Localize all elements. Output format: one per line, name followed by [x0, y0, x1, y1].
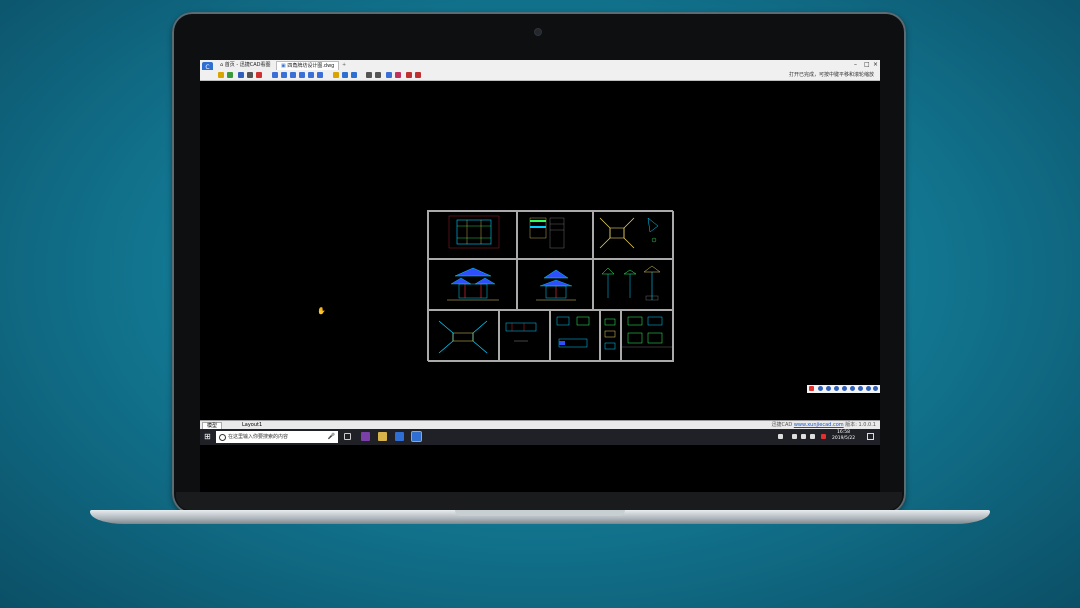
toolbar: 打开已完成，可按中键平移和滚轮缩放	[200, 70, 880, 81]
app-icon-purple[interactable]	[361, 432, 370, 441]
action-center-icon[interactable]	[867, 433, 874, 440]
roof-plan-drawing	[599, 217, 659, 249]
drawing-sheet-notes	[517, 211, 593, 259]
tree-icon[interactable]	[227, 72, 233, 78]
cad-viewer-taskbar-icon[interactable]	[411, 431, 422, 442]
layer-icon[interactable]	[333, 72, 339, 78]
microphone-icon[interactable]: 🎤	[328, 431, 335, 443]
drawing-sheet-details	[593, 259, 674, 310]
ime-skin-icon[interactable]	[858, 386, 863, 391]
ime-logo-icon[interactable]	[809, 386, 814, 391]
screen: C ⌂ 首页 - 迅捷CAD看图 ▣ 四角牌坊设计图.dwg + – □ × 打…	[200, 60, 880, 492]
minimize-button[interactable]: –	[854, 61, 857, 69]
version-info: 迅捷CAD www.xunjiecad.com 版本: 1.0.0.1	[771, 422, 876, 429]
clock[interactable]: 16:58 2019/5/22	[832, 430, 855, 442]
open-icon[interactable]	[218, 72, 224, 78]
status-hint: 打开已完成，可按中键平移和滚轮缩放	[788, 72, 874, 78]
network-icon[interactable]	[792, 434, 797, 439]
tab-document[interactable]: ▣ 四角牌坊设计图.dwg	[276, 61, 340, 70]
pdf-icon[interactable]	[256, 72, 262, 78]
webcam	[534, 28, 542, 36]
front-elevation-drawing	[447, 267, 499, 301]
drawing-sheet-components	[600, 310, 621, 362]
document-icon: ▣	[281, 63, 286, 69]
pan-icon[interactable]	[272, 72, 278, 78]
component-drawing	[604, 318, 616, 350]
save-icon[interactable]	[238, 72, 244, 78]
close-button[interactable]: ×	[873, 61, 878, 69]
drawing-sheet-section	[499, 310, 550, 362]
undo-icon[interactable]	[406, 72, 412, 78]
laptop-hinge-notch	[455, 510, 625, 516]
notes-table-drawing	[529, 217, 565, 249]
measure-area-icon[interactable]	[375, 72, 381, 78]
cortana-icon	[219, 434, 226, 441]
ime-menu-icon[interactable]	[873, 386, 878, 391]
drawing-sheet-plan	[428, 211, 517, 259]
drawing-sheet-roof-plan	[593, 211, 674, 259]
ime-punct-icon[interactable]	[826, 386, 831, 391]
chevron-up-icon[interactable]	[810, 434, 815, 439]
clock-date: 2019/5/22	[832, 436, 856, 441]
zoom-out-icon[interactable]	[308, 72, 314, 78]
drawing-sheet-side-elevation	[517, 259, 593, 310]
drawing-sheet-front-elevation	[428, 259, 517, 310]
ime-voice-icon[interactable]	[842, 386, 847, 391]
properties-icon[interactable]	[342, 72, 348, 78]
zoom-window-icon[interactable]	[290, 72, 296, 78]
measure-angle-icon[interactable]	[386, 72, 392, 78]
side-elevation-drawing	[536, 269, 576, 301]
version-number: 版本: 1.0.0.1	[845, 422, 876, 428]
cad-drawing-frame[interactable]	[427, 210, 674, 362]
joint-details-drawing	[556, 316, 590, 348]
volume-icon[interactable]	[801, 434, 806, 439]
tab-home[interactable]: ⌂ 首页 - 迅捷CAD看图	[216, 61, 275, 69]
zoom-realtime-icon[interactable]	[281, 72, 287, 78]
task-view-icon[interactable]	[344, 433, 351, 440]
detail-drawings	[601, 265, 661, 301]
redo-icon[interactable]	[415, 72, 421, 78]
tab-document-label: 四角牌坊设计图.dwg	[287, 63, 335, 69]
ime-keyboard-icon[interactable]	[850, 386, 855, 391]
roof-frame-drawing	[438, 320, 488, 354]
maximize-button[interactable]: □	[864, 61, 870, 69]
mouse-cursor: ✋	[317, 307, 326, 315]
drawing-sheet-joints	[550, 310, 600, 362]
laptop-bezel-chin	[176, 492, 902, 510]
home-icon: ⌂	[220, 62, 224, 68]
people-icon[interactable]	[778, 434, 783, 439]
print-icon[interactable]	[247, 72, 253, 78]
tab-home-label: 首页 - 迅捷CAD看图	[224, 62, 271, 68]
windows-taskbar: ⊞ 在这里输入你要搜索的内容 🎤 16:58 2019/5/22	[200, 429, 880, 445]
floor-plan-drawing	[448, 215, 500, 249]
measure-line-icon[interactable]	[366, 72, 372, 78]
ime-tools-icon[interactable]	[866, 386, 871, 391]
new-tab-button[interactable]: +	[338, 61, 350, 69]
zoom-in-icon[interactable]	[299, 72, 305, 78]
version-prefix: 迅捷CAD	[771, 422, 793, 428]
3d-icon[interactable]	[351, 72, 357, 78]
search-placeholder: 在这里输入你要搜索的内容	[228, 434, 289, 440]
ime-mode-icon[interactable]	[818, 386, 823, 391]
input-method-toolbar	[807, 385, 880, 393]
ornament-drawing	[622, 316, 673, 348]
start-button[interactable]: ⊞	[204, 433, 211, 441]
ime-emoji-icon[interactable]	[834, 386, 839, 391]
annotate-icon[interactable]	[395, 72, 401, 78]
app-icon-blue[interactable]	[395, 432, 404, 441]
zoom-extents-icon[interactable]	[317, 72, 323, 78]
taskbar-search-input[interactable]: 在这里输入你要搜索的内容 🎤	[216, 431, 338, 443]
website-link[interactable]: www.xunjiecad.com	[794, 422, 844, 428]
drawing-sheet-roof-frame	[428, 310, 499, 362]
ime-tray-icon[interactable]	[821, 434, 826, 439]
drawing-sheet-ornaments	[621, 310, 674, 362]
tab-layout1[interactable]: Layout1	[238, 422, 266, 429]
section-drawing	[505, 322, 537, 342]
file-explorer-icon[interactable]	[378, 432, 387, 441]
